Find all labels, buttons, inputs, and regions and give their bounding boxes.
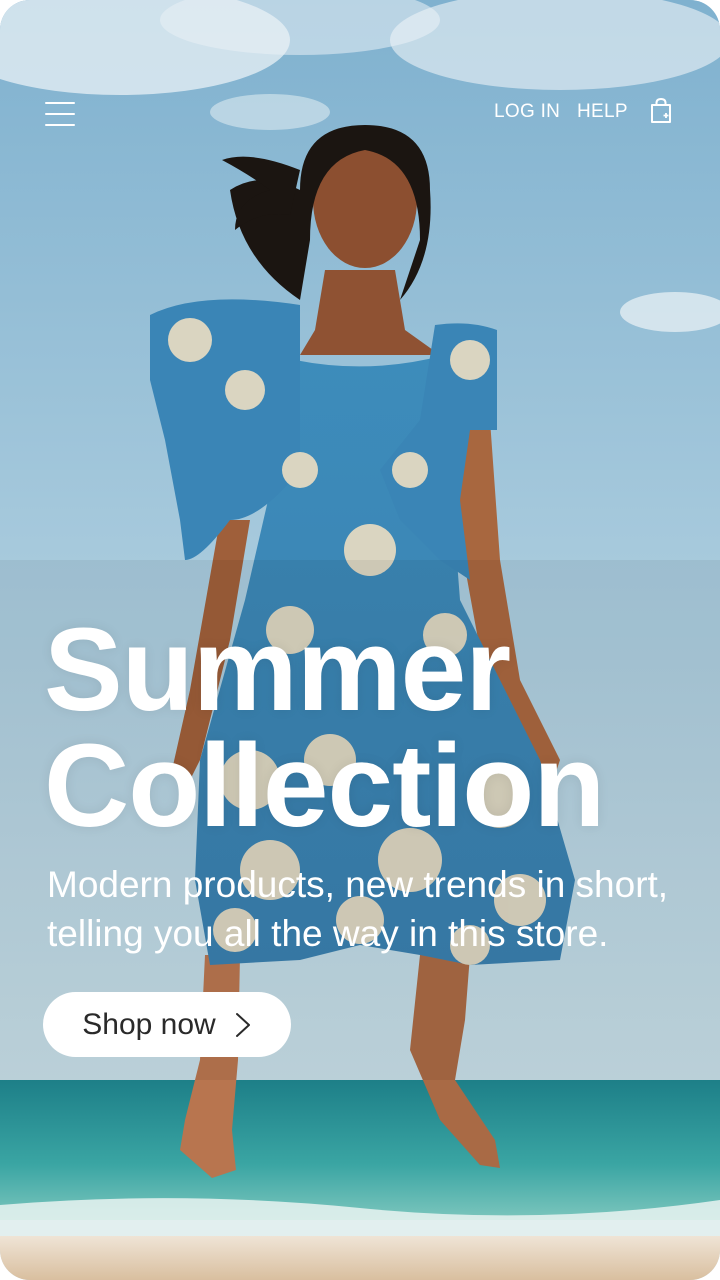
hero-title-line-1: Summer	[44, 604, 511, 736]
chevron-right-icon	[235, 1012, 250, 1037]
shop-now-label: Shop now	[82, 1007, 216, 1041]
hero-title-line-2: Collection	[44, 720, 605, 852]
hamburger-menu-icon[interactable]	[40, 96, 80, 132]
help-link[interactable]: HELP	[577, 101, 628, 123]
hero-title: Summer Collection	[44, 604, 605, 852]
menu-line	[45, 124, 75, 126]
menu-line	[45, 113, 75, 115]
menu-line	[45, 102, 75, 104]
app-screen: LOG IN HELP Summer Collection Modern pro…	[0, 0, 720, 1280]
shopping-bag-icon[interactable]	[647, 97, 675, 125]
shop-now-button[interactable]: Shop now	[43, 992, 291, 1057]
hero-subtitle: Modern products, new trends in short, te…	[47, 864, 669, 954]
top-navigation-bar: LOG IN HELP	[0, 0, 720, 160]
login-link[interactable]: LOG IN	[494, 101, 560, 123]
